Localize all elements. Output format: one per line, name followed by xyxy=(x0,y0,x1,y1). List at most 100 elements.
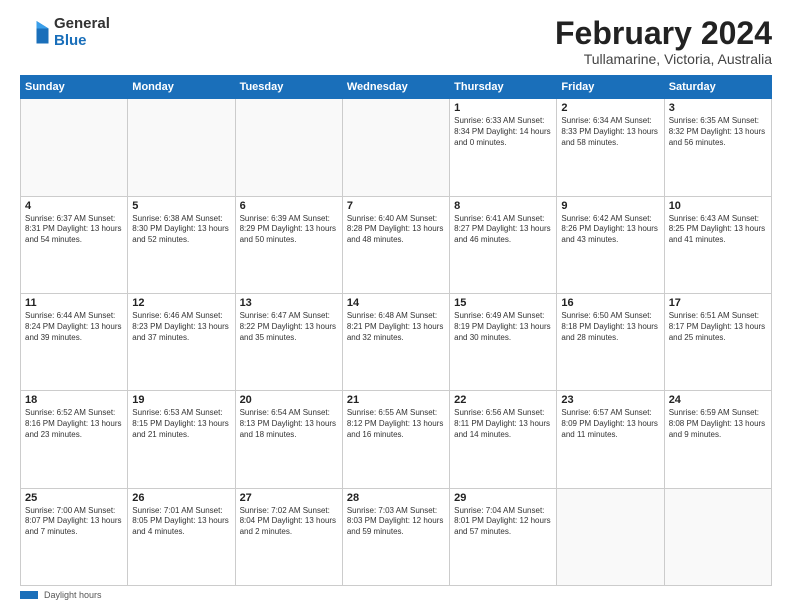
day-info: Sunrise: 6:59 AM Sunset: 8:08 PM Dayligh… xyxy=(669,408,767,440)
day-number: 1 xyxy=(454,102,552,114)
day-info: Sunrise: 6:38 AM Sunset: 8:30 PM Dayligh… xyxy=(132,214,230,246)
day-number: 15 xyxy=(454,297,552,309)
table-row: 17 Sunrise: 6:51 AM Sunset: 8:17 PM Dayli… xyxy=(664,293,771,390)
day-info: Sunrise: 7:03 AM Sunset: 8:03 PM Dayligh… xyxy=(347,506,445,538)
day-number: 10 xyxy=(669,200,767,212)
day-info: Sunrise: 6:41 AM Sunset: 8:27 PM Dayligh… xyxy=(454,214,552,246)
day-info: Sunrise: 6:57 AM Sunset: 8:09 PM Dayligh… xyxy=(561,408,659,440)
table-row: 18Sunrise: 6:52 AM Sunset: 8:16 PM Dayli… xyxy=(21,391,128,488)
day-number: 23 xyxy=(561,394,659,406)
table-row: 6Sunrise: 6:39 AM Sunset: 8:29 PM Daylig… xyxy=(235,196,342,293)
day-info: Sunrise: 6:33 AM Sunset: 8:34 PM Dayligh… xyxy=(454,116,552,148)
table-row: 26Sunrise: 7:01 AM Sunset: 8:05 PM Dayli… xyxy=(128,488,235,585)
table-row: 7 Sunrise: 6:40 AM Sunset: 8:28 PM Daylig… xyxy=(342,196,449,293)
table-row xyxy=(557,488,664,585)
day-info: Sunrise: 6:46 AM Sunset: 8:23 PM Dayligh… xyxy=(132,311,230,343)
day-info: Sunrise: 6:40 AM Sunset: 8:28 PM Dayligh… xyxy=(347,214,445,246)
day-info: Sunrise: 7:04 AM Sunset: 8:01 PM Dayligh… xyxy=(454,506,552,538)
day-number: 12 xyxy=(132,297,230,309)
table-row: 11Sunrise: 6:44 AM Sunset: 8:24 PM Dayli… xyxy=(21,293,128,390)
day-number: 25 xyxy=(25,492,123,504)
day-number: 26 xyxy=(132,492,230,504)
calendar-week-row: 18Sunrise: 6:52 AM Sunset: 8:16 PM Dayli… xyxy=(21,391,772,488)
day-number: 18 xyxy=(25,394,123,406)
month-title: February 2024 xyxy=(555,16,772,51)
day-number: 9 xyxy=(561,200,659,212)
day-number: 21 xyxy=(347,394,445,406)
table-row: 20Sunrise: 6:54 AM Sunset: 8:13 PM Dayli… xyxy=(235,391,342,488)
day-number: 8 xyxy=(454,200,552,212)
table-row: 14 Sunrise: 6:48 AM Sunset: 8:21 PM Dayli… xyxy=(342,293,449,390)
day-number: 4 xyxy=(25,200,123,212)
logo-blue-text: Blue xyxy=(54,33,110,50)
table-row: 3Sunrise: 6:35 AM Sunset: 8:32 PM Daylig… xyxy=(664,99,771,196)
footer-note: Daylight hours xyxy=(20,590,772,600)
day-info: Sunrise: 6:51 AM Sunset: 8:17 PM Dayligh… xyxy=(669,311,767,343)
table-row: 22Sunrise: 6:56 AM Sunset: 8:11 PM Dayli… xyxy=(450,391,557,488)
table-row: 5Sunrise: 6:38 AM Sunset: 8:30 PM Daylig… xyxy=(128,196,235,293)
col-thursday: Thursday xyxy=(450,76,557,99)
table-row: 4Sunrise: 6:37 AM Sunset: 8:31 PM Daylig… xyxy=(21,196,128,293)
logo: General Blue xyxy=(20,16,110,49)
day-info: Sunrise: 6:34 AM Sunset: 8:33 PM Dayligh… xyxy=(561,116,659,148)
page: General Blue February 2024 Tullamarine, … xyxy=(0,0,792,612)
col-monday: Monday xyxy=(128,76,235,99)
location: Tullamarine, Victoria, Australia xyxy=(555,51,772,67)
logo-text: General Blue xyxy=(54,16,110,49)
day-number: 6 xyxy=(240,200,338,212)
calendar-week-row: 25 Sunrise: 7:00 AM Sunset: 8:07 PM Dayli… xyxy=(21,488,772,585)
day-number: 17 xyxy=(669,297,767,309)
col-tuesday: Tuesday xyxy=(235,76,342,99)
day-info: Sunrise: 6:53 AM Sunset: 8:15 PM Dayligh… xyxy=(132,408,230,440)
table-row: 1 Sunrise: 6:33 AM Sunset: 8:34 PM Daylig… xyxy=(450,99,557,196)
day-number: 16 xyxy=(561,297,659,309)
table-row: 19 Sunrise: 6:53 AM Sunset: 8:15 PM Dayli… xyxy=(128,391,235,488)
day-number: 24 xyxy=(669,394,767,406)
day-number: 2 xyxy=(561,102,659,114)
col-saturday: Saturday xyxy=(664,76,771,99)
day-number: 27 xyxy=(240,492,338,504)
col-sunday: Sunday xyxy=(21,76,128,99)
day-number: 11 xyxy=(25,297,123,309)
table-row: 24 Sunrise: 6:59 AM Sunset: 8:08 PM Dayli… xyxy=(664,391,771,488)
day-info: Sunrise: 6:49 AM Sunset: 8:19 PM Dayligh… xyxy=(454,311,552,343)
header: General Blue February 2024 Tullamarine, … xyxy=(20,16,772,67)
footer-bar-icon xyxy=(20,591,38,599)
day-info: Sunrise: 7:00 AM Sunset: 8:07 PM Dayligh… xyxy=(25,506,123,538)
calendar-week-row: 1 Sunrise: 6:33 AM Sunset: 8:34 PM Daylig… xyxy=(21,99,772,196)
day-number: 19 xyxy=(132,394,230,406)
title-block: February 2024 Tullamarine, Victoria, Aus… xyxy=(555,16,772,67)
table-row: 29Sunrise: 7:04 AM Sunset: 8:01 PM Dayli… xyxy=(450,488,557,585)
table-row: 2 Sunrise: 6:34 AM Sunset: 8:33 PM Daylig… xyxy=(557,99,664,196)
table-row: 12 Sunrise: 6:46 AM Sunset: 8:23 PM Dayli… xyxy=(128,293,235,390)
calendar-header-row: Sunday Monday Tuesday Wednesday Thursday… xyxy=(21,76,772,99)
day-info: Sunrise: 6:55 AM Sunset: 8:12 PM Dayligh… xyxy=(347,408,445,440)
logo-icon xyxy=(20,18,50,48)
day-number: 20 xyxy=(240,394,338,406)
table-row: 9 Sunrise: 6:42 AM Sunset: 8:26 PM Daylig… xyxy=(557,196,664,293)
day-info: Sunrise: 6:42 AM Sunset: 8:26 PM Dayligh… xyxy=(561,214,659,246)
day-number: 28 xyxy=(347,492,445,504)
table-row: 8 Sunrise: 6:41 AM Sunset: 8:27 PM Daylig… xyxy=(450,196,557,293)
table-row: 23 Sunrise: 6:57 AM Sunset: 8:09 PM Dayli… xyxy=(557,391,664,488)
col-friday: Friday xyxy=(557,76,664,99)
day-info: Sunrise: 7:02 AM Sunset: 8:04 PM Dayligh… xyxy=(240,506,338,538)
table-row: 10 Sunrise: 6:43 AM Sunset: 8:25 PM Dayli… xyxy=(664,196,771,293)
logo-general-text: General xyxy=(54,16,110,33)
table-row: 15 Sunrise: 6:49 AM Sunset: 8:19 PM Dayli… xyxy=(450,293,557,390)
calendar-table: Sunday Monday Tuesday Wednesday Thursday… xyxy=(20,75,772,586)
day-info: Sunrise: 6:43 AM Sunset: 8:25 PM Dayligh… xyxy=(669,214,767,246)
table-row: 21 Sunrise: 6:55 AM Sunset: 8:12 PM Dayli… xyxy=(342,391,449,488)
table-row: 27 Sunrise: 7:02 AM Sunset: 8:04 PM Dayli… xyxy=(235,488,342,585)
day-number: 22 xyxy=(454,394,552,406)
day-number: 14 xyxy=(347,297,445,309)
table-row xyxy=(664,488,771,585)
table-row xyxy=(21,99,128,196)
table-row: 13Sunrise: 6:47 AM Sunset: 8:22 PM Dayli… xyxy=(235,293,342,390)
day-number: 7 xyxy=(347,200,445,212)
day-info: Sunrise: 6:48 AM Sunset: 8:21 PM Dayligh… xyxy=(347,311,445,343)
col-wednesday: Wednesday xyxy=(342,76,449,99)
day-number: 13 xyxy=(240,297,338,309)
table-row xyxy=(128,99,235,196)
table-row xyxy=(235,99,342,196)
